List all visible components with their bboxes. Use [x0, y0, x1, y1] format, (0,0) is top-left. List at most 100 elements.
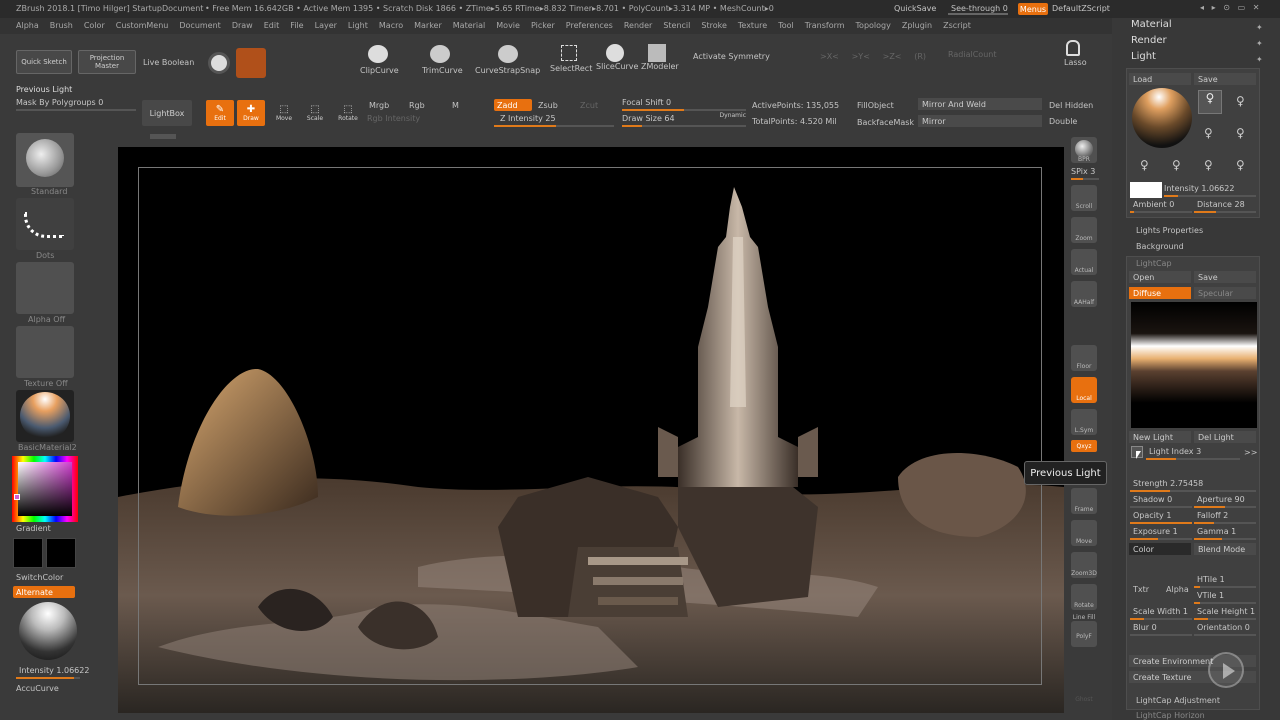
fillobject-button[interactable]: FillObject — [857, 101, 894, 110]
menu-item-color[interactable]: Color — [84, 21, 105, 30]
menu-item-brush[interactable]: Brush — [50, 21, 73, 30]
mrgb-button[interactable]: Mrgb — [369, 101, 389, 110]
lightcap-header[interactable]: LightCap — [1136, 259, 1172, 268]
edit-button[interactable]: ✎ Edit — [206, 100, 234, 126]
menu-item-zscript[interactable]: Zscript — [943, 21, 971, 30]
menu-item-stencil[interactable]: Stencil — [663, 21, 690, 30]
focal-shift-slider[interactable]: Focal Shift 0 — [622, 98, 746, 111]
gamma-slider[interactable]: Gamma 1 — [1194, 527, 1256, 540]
play-icon[interactable] — [1208, 652, 1244, 688]
light-bulb-2-icon[interactable]: ♀ — [1236, 94, 1245, 108]
blend-mode-button[interactable]: Blend Mode — [1194, 543, 1256, 555]
draw-button[interactable]: ✚ Draw — [237, 100, 265, 126]
rgb-intensity-slider[interactable]: Rgb Intensity — [367, 114, 487, 127]
del-hidden-button[interactable]: Del Hidden — [1049, 101, 1093, 110]
accucurve-button[interactable]: AccuCurve — [16, 684, 59, 693]
diffuse-button[interactable]: Diffuse — [1129, 287, 1191, 299]
menu-item-edit[interactable]: Edit — [264, 21, 280, 30]
lightcap-open-button[interactable]: Open — [1129, 271, 1191, 283]
menu-item-transform[interactable]: Transform — [805, 21, 845, 30]
color-picker[interactable] — [12, 456, 78, 522]
rgb-button[interactable]: Rgb — [409, 101, 425, 110]
curvestrapsnap-button[interactable]: CurveStrapSnap — [475, 66, 540, 75]
standard-brush-thumb[interactable] — [16, 133, 74, 187]
rotate-button[interactable]: ⬚ Rotate — [335, 100, 361, 126]
slicecurve-icon[interactable] — [606, 44, 624, 62]
zsub-button[interactable]: Zsub — [538, 101, 558, 110]
quick-sketch-button[interactable]: Quick Sketch — [16, 50, 72, 74]
scale-width-slider[interactable]: Scale Width 1 — [1130, 607, 1192, 620]
lightcap-horizon-header[interactable]: LightCap Horizon — [1136, 711, 1205, 720]
menu-item-stroke[interactable]: Stroke — [701, 21, 727, 30]
render-menu[interactable]: Render — [1131, 35, 1167, 46]
canvas-area[interactable] — [118, 147, 1064, 713]
menu-item-picker[interactable]: Picker — [531, 21, 555, 30]
light-index-slider[interactable]: Light Index 3 — [1146, 447, 1240, 460]
selectrect-button[interactable]: SelectRect — [550, 64, 592, 73]
aperture-slider[interactable]: Aperture 90 — [1194, 495, 1256, 508]
trimcurve-icon[interactable] — [430, 45, 450, 63]
light-color-swatch[interactable] — [1130, 182, 1162, 198]
falloff-slider[interactable]: Falloff 2 — [1194, 511, 1256, 524]
menu-item-render[interactable]: Render — [624, 21, 652, 30]
exposure-slider[interactable]: Exposure 1 — [1130, 527, 1192, 540]
light-save-button[interactable]: Save — [1194, 73, 1256, 85]
left-intensity-slider[interactable]: Intensity 1.06622 — [16, 666, 89, 679]
symmetry-axes[interactable]: >X< >Y< >Z< (R) — [820, 52, 926, 61]
mirror-button[interactable]: Mirror — [918, 115, 1042, 127]
mirror-and-weld-button[interactable]: Mirror And Weld — [918, 98, 1042, 110]
double-button[interactable]: Double — [1049, 117, 1077, 126]
color-picker-square[interactable] — [18, 462, 72, 516]
alpha-thumb[interactable] — [16, 262, 74, 314]
menu-item-layer[interactable]: Layer — [315, 21, 337, 30]
lasso-button[interactable]: Lasso — [1064, 58, 1087, 67]
clipcurve-button[interactable]: ClipCurve — [360, 66, 399, 75]
specular-button[interactable]: Specular — [1194, 287, 1256, 299]
scale-height-slider[interactable]: Scale Height 1 — [1194, 607, 1256, 620]
zadd-button[interactable]: Zadd — [494, 99, 532, 111]
menu-item-draw[interactable]: Draw — [232, 21, 253, 30]
zmodeler-icon[interactable] — [648, 44, 666, 62]
menu-item-material[interactable]: Material — [453, 21, 486, 30]
gyro-icon[interactable] — [208, 52, 230, 74]
htile-slider[interactable]: HTile 1 — [1194, 575, 1256, 588]
mask-by-polygroups-slider[interactable]: Mask By Polygroups 0 — [16, 98, 136, 111]
lights-properties-header[interactable]: Lights Properties — [1136, 226, 1203, 235]
texture-thumb[interactable] — [16, 326, 74, 378]
menu-item-alpha[interactable]: Alpha — [16, 21, 39, 30]
menus-button[interactable]: Menus — [1018, 3, 1048, 15]
seethrough-slider[interactable]: See-through 0 — [948, 3, 1008, 15]
light-bulb-5-icon[interactable]: ♀ — [1140, 158, 1149, 172]
defaultzscript-button[interactable]: DefaultZScript — [1052, 4, 1110, 13]
light-preview-sphere[interactable] — [1132, 88, 1192, 148]
palette-pin-icons[interactable]: ✦ ✦ ✦ — [1256, 20, 1263, 68]
activate-symmetry-button[interactable]: Activate Symmetry — [693, 52, 770, 61]
menu-item-custommenu[interactable]: CustomMenu — [116, 21, 169, 30]
clipcurve-icon[interactable] — [368, 45, 388, 63]
menu-item-document[interactable]: Document — [179, 21, 220, 30]
light-bulb-1-icon[interactable]: ♀ — [1198, 90, 1222, 114]
canvas-scroll-tab[interactable] — [150, 134, 176, 139]
new-light-button[interactable]: New Light — [1129, 431, 1191, 443]
distance-slider[interactable]: Distance 28 — [1194, 200, 1256, 213]
live-boolean-button[interactable]: Live Boolean — [143, 58, 194, 67]
next-light-icon[interactable]: >> — [1244, 448, 1257, 457]
dynamic-button[interactable]: Dynamic — [720, 112, 746, 119]
window-controls[interactable]: ◂ ▸ ⊙ ▭ ✕ — [1200, 3, 1260, 12]
secondary-color-swatch[interactable] — [46, 538, 76, 568]
blur-slider[interactable]: Blur 0 — [1130, 623, 1192, 636]
linefill-label[interactable]: Line Fill — [1069, 614, 1099, 621]
menu-item-texture[interactable]: Texture — [738, 21, 767, 30]
menu-item-marker[interactable]: Marker — [414, 21, 442, 30]
txtr-label[interactable]: Txtr — [1133, 585, 1149, 594]
menu-item-macro[interactable]: Macro — [379, 21, 403, 30]
switch-color-button[interactable]: SwitchColor — [16, 573, 63, 582]
background-header[interactable]: Background — [1136, 242, 1184, 251]
spix-slider[interactable]: SPix 3 — [1071, 167, 1099, 180]
opacity-slider[interactable]: Opacity 1 — [1130, 511, 1192, 524]
ghost-label[interactable]: Ghost — [1069, 696, 1099, 703]
main-color-swatch[interactable] — [13, 538, 43, 568]
lightcap-preview[interactable] — [1131, 302, 1257, 428]
menu-item-preferences[interactable]: Preferences — [566, 21, 613, 30]
ambient-slider[interactable]: Ambient 0 — [1130, 200, 1192, 213]
